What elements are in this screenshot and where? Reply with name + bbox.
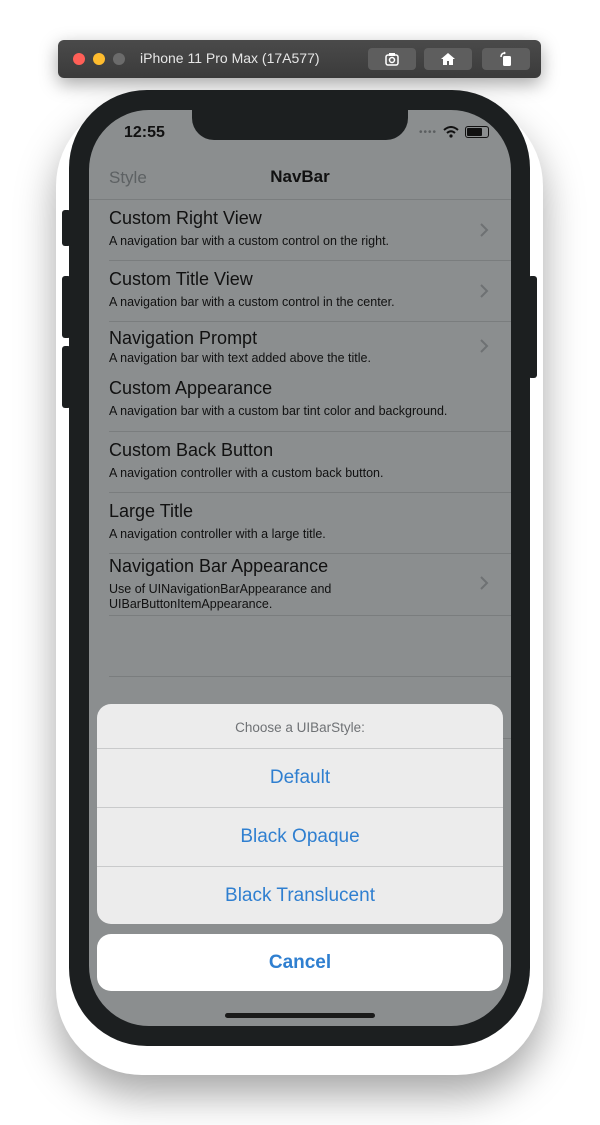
close-window-icon[interactable] (73, 53, 85, 65)
list-item[interactable]: Navigation Prompt A navigation bar with … (89, 322, 511, 370)
row-subtitle: Use of UINavigationBarAppearance and UIB… (109, 582, 332, 611)
list-item[interactable]: Custom Appearance A navigation bar with … (89, 370, 511, 432)
row-title: Custom Right View (109, 208, 262, 228)
option-black-opaque-button[interactable]: Black Opaque (97, 808, 503, 866)
simulator-title-bar: iPhone 11 Pro Max (17A577) (58, 40, 541, 78)
signal-dots-icon: •••• (418, 126, 437, 138)
status-time: 12:55 (124, 124, 165, 141)
status-icons: •••• (419, 126, 489, 138)
list-item[interactable]: Custom Right View A navigation bar with … (89, 200, 511, 261)
cancel-button[interactable]: Cancel (97, 934, 503, 991)
home-button[interactable] (424, 48, 472, 70)
option-default-button[interactable]: Default (97, 749, 503, 807)
row-subtitle: A navigation bar with a custom control o… (109, 234, 390, 248)
simulator-device-title: iPhone 11 Pro Max (17A577) (140, 50, 320, 66)
row-title: Custom Title View (109, 269, 253, 289)
list-item[interactable]: Custom Back Button A navigation controll… (89, 432, 511, 493)
rotate-button[interactable] (482, 48, 530, 70)
phone-screen: 12:55 •••• Style NavBar Custom Right Vie… (89, 110, 511, 1026)
empty-row-divider (109, 676, 511, 677)
screenshot-icon (385, 53, 399, 66)
rotate-icon (500, 51, 511, 66)
action-sheet-title: Choose a UIBarStyle: (235, 720, 365, 735)
row-title: Navigation Bar Appearance (109, 556, 329, 576)
battery-icon (465, 126, 489, 138)
chevron-right-icon (480, 284, 489, 298)
home-icon (441, 53, 455, 65)
list-item[interactable]: Custom Title View A navigation bar with … (89, 261, 511, 322)
wifi-icon (443, 126, 459, 138)
home-indicator[interactable] (225, 1013, 375, 1018)
row-subtitle: A navigation bar with a custom bar tint … (109, 404, 448, 418)
row-divider (109, 615, 511, 616)
row-subtitle: A navigation bar with text added above t… (109, 351, 371, 365)
row-title: Large Title (109, 501, 194, 521)
zoom-window-icon[interactable] (113, 53, 125, 65)
action-sheet: Choose a UIBarStyle: Default Black Opaqu… (97, 704, 503, 924)
list-item[interactable]: Large Title A navigation controller with… (89, 493, 511, 554)
row-title: Navigation Prompt (109, 328, 258, 348)
chevron-right-icon (480, 576, 489, 590)
row-subtitle: A navigation controller with a custom ba… (109, 466, 384, 480)
option-black-translucent-button[interactable]: Black Translucent (97, 867, 503, 924)
minimize-window-icon[interactable] (93, 53, 105, 65)
row-subtitle: A navigation bar with a custom control i… (109, 295, 395, 309)
chevron-right-icon (480, 339, 489, 353)
screenshot-button[interactable] (368, 48, 416, 70)
notch (192, 110, 408, 140)
nav-title: NavBar (270, 167, 330, 186)
chevron-right-icon (480, 223, 489, 237)
row-subtitle: A navigation controller with a large tit… (109, 527, 326, 541)
list-item[interactable]: Navigation Bar Appearance Use of UINavig… (89, 554, 511, 616)
row-title: Custom Appearance (109, 378, 273, 398)
row-title: Custom Back Button (109, 440, 274, 460)
